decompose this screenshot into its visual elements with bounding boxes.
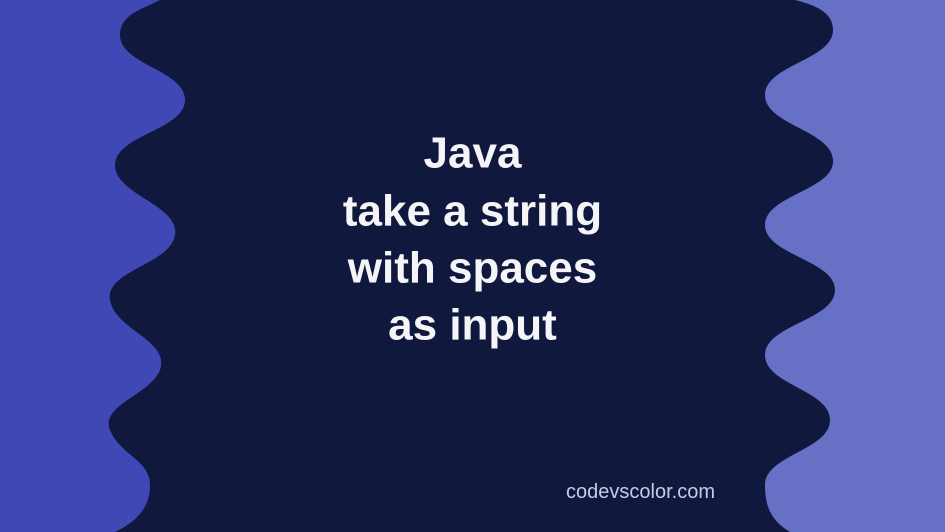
banner-canvas: Java take a string with spaces as input … xyxy=(0,0,945,532)
banner-title: Java take a string with spaces as input xyxy=(343,125,602,354)
footer-site-label: codevscolor.com xyxy=(566,481,715,504)
title-line-2: take a string xyxy=(343,182,602,239)
title-line-1: Java xyxy=(343,125,602,182)
title-line-3: with spaces xyxy=(343,239,602,296)
right-color-panel xyxy=(745,0,945,532)
title-line-4: as input xyxy=(343,297,602,354)
left-color-panel xyxy=(0,0,200,532)
